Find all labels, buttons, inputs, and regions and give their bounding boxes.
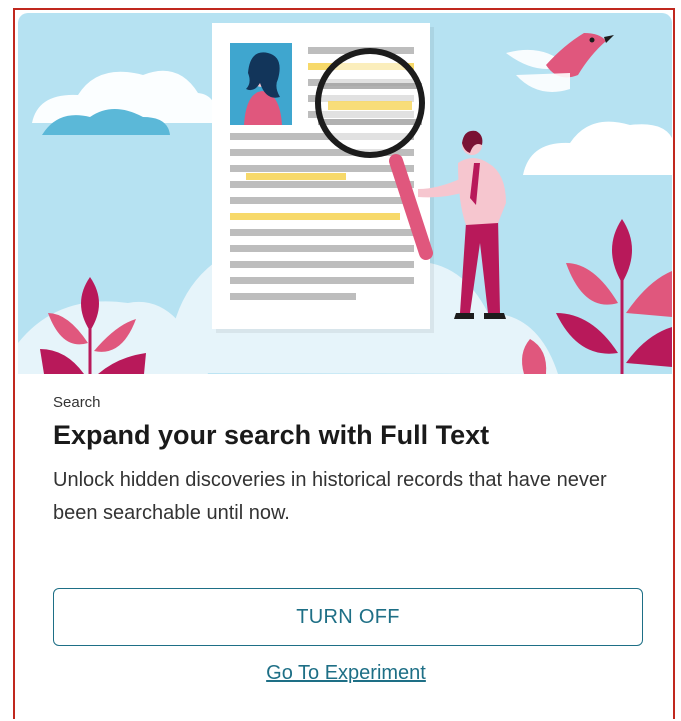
card-title: Expand your search with Full Text	[53, 420, 490, 450]
hero-illustration	[18, 13, 672, 374]
illustration-svg	[18, 23, 672, 374]
cloud-icon	[32, 70, 218, 135]
bird-icon	[506, 33, 614, 92]
card-description: Unlock hidden discoveries in historical …	[53, 469, 607, 524]
full-text-promo-card: Search Expand your search with Full Text…	[13, 8, 675, 719]
category-label: Search	[53, 394, 101, 411]
card-content: Search Expand your search with Full Text…	[53, 394, 643, 530]
turn-off-button[interactable]: TURN OFF	[53, 588, 643, 646]
cloud-icon	[523, 121, 672, 175]
go-to-experiment-link[interactable]: Go To Experiment	[15, 662, 673, 685]
